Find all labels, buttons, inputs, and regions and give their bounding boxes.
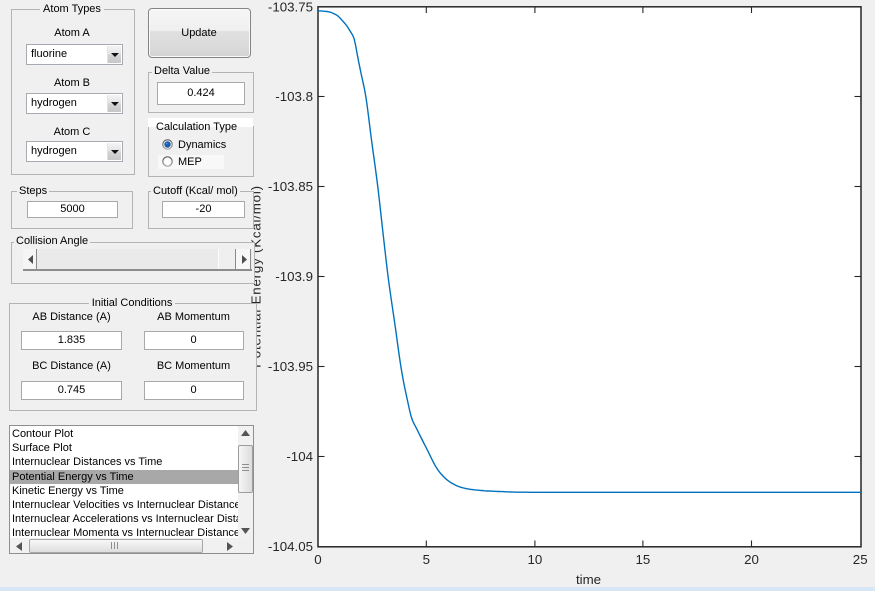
svg-text:-103.75: -103.75 [268, 0, 313, 15]
svg-text:25: 25 [853, 552, 868, 567]
svg-text:-104: -104 [286, 449, 313, 464]
svg-text:-103.8: -103.8 [275, 89, 313, 104]
svg-text:-103.85: -103.85 [268, 179, 313, 194]
svg-text:-103.9: -103.9 [275, 269, 313, 284]
svg-text:time: time [576, 572, 601, 587]
svg-text:-104.05: -104.05 [268, 539, 313, 554]
svg-text:10: 10 [528, 552, 543, 567]
svg-text:5: 5 [423, 552, 430, 567]
svg-text:0: 0 [314, 552, 321, 567]
svg-text:15: 15 [636, 552, 651, 567]
svg-text:-103.95: -103.95 [268, 359, 313, 374]
svg-text:20: 20 [744, 552, 759, 567]
